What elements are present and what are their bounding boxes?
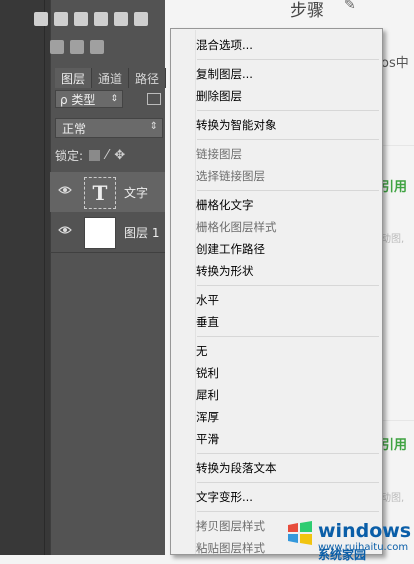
- menu-item-convert-paragraph-text[interactable]: 转换为段落文本: [196, 460, 277, 476]
- menu-separator: [197, 59, 379, 60]
- menu-separator: [197, 139, 379, 140]
- updown-arrow-icon: ⇕: [110, 94, 118, 104]
- menu-item-antialias-sharp[interactable]: 锐利: [196, 365, 219, 381]
- site-watermark: windows系统家园 www.ruihaitu.com: [286, 517, 414, 562]
- menu-item-create-work-path[interactable]: 创建工作路径: [196, 241, 265, 257]
- brush-icon[interactable]: ⁄: [106, 148, 108, 163]
- layer-filter-select[interactable]: ρ 类型 ⇕: [55, 90, 123, 108]
- tab-layers[interactable]: 图层: [55, 68, 93, 88]
- menu-item-duplicate-layer[interactable]: 复制图层...: [196, 66, 253, 82]
- half-square-icon[interactable]: [74, 12, 88, 26]
- workspace-edge: [0, 0, 50, 555]
- lock-row: 锁定: ⁄ ✥: [55, 146, 125, 164]
- menu-separator: [197, 482, 379, 483]
- gif-note: 动图,: [381, 493, 405, 504]
- table-grid-icon[interactable]: [134, 12, 148, 26]
- panel-toolbar-second: [50, 38, 104, 56]
- menu-separator: [197, 511, 379, 512]
- menu-separator: [197, 190, 379, 191]
- menu-item-blending-options[interactable]: 混合选项...: [196, 37, 253, 53]
- panel-toolbar-top: [34, 10, 148, 28]
- swatch-grid-icon[interactable]: [34, 12, 48, 26]
- layer-filter-row: ρ 类型 ⇕: [55, 90, 165, 110]
- lock-label: 锁定:: [55, 148, 84, 163]
- menu-item-rasterize-type[interactable]: 栅格化文字: [196, 197, 254, 213]
- menu-item-antialias-none[interactable]: 无: [196, 343, 208, 359]
- menu-item-convert-smart-object[interactable]: 转换为智能对象: [196, 117, 277, 133]
- menu-item-antialias-strong[interactable]: 浑厚: [196, 409, 219, 425]
- balance-icon[interactable]: [54, 12, 68, 26]
- camera-icon[interactable]: [94, 12, 108, 26]
- layer-thumbnail: [84, 217, 116, 249]
- divider: [50, 0, 51, 555]
- article-text-fragment: os中: [381, 56, 409, 71]
- quote-link[interactable]: 引用: [381, 434, 407, 453]
- edit-pencil-icon[interactable]: ✎: [344, 0, 356, 13]
- menu-item-antialias-crisp[interactable]: 犀利: [196, 387, 219, 403]
- blend-mode-select[interactable]: 正常 ⇕: [55, 118, 163, 138]
- page-title-fragment: 步骤: [290, 1, 324, 21]
- menu-item-warp-text[interactable]: 文字变形...: [196, 489, 253, 505]
- menu-item-paste-layer-style: 粘贴图层样式: [196, 541, 265, 555]
- gradient-map-icon[interactable]: [50, 40, 64, 54]
- gradient-icon[interactable]: [70, 40, 84, 54]
- threshold-icon[interactable]: [90, 40, 104, 54]
- menu-separator: [197, 110, 379, 111]
- quote-link[interactable]: 引用: [381, 176, 407, 195]
- chevron-down-icon: ⇕: [149, 121, 158, 132]
- menu-item-link-layers: 链接图层: [196, 147, 242, 161]
- menu-separator: [197, 285, 379, 286]
- move-icon[interactable]: ✥: [114, 148, 125, 163]
- brand-text: windows: [318, 520, 412, 542]
- menu-item-horizontal[interactable]: 水平: [196, 292, 219, 308]
- menu-separator: [197, 453, 379, 454]
- menu-item-rasterize-layer-style: 栅格化图层样式: [196, 220, 277, 234]
- menu-item-vertical[interactable]: 垂直: [196, 314, 219, 330]
- menu-item-copy-layer-style: 拷贝图层样式: [196, 519, 265, 533]
- menu-item-select-linked-layers: 选择链接图层: [196, 169, 265, 183]
- visibility-eye-icon[interactable]: [58, 225, 72, 235]
- gif-note: 动图,: [381, 234, 405, 245]
- windows-logo-icon: [288, 521, 312, 545]
- visibility-eye-icon[interactable]: [58, 185, 72, 195]
- layer-name: 文字: [124, 186, 149, 200]
- watermark-url: www.ruihaitu.com: [318, 542, 409, 553]
- filter-kind-label: ρ 类型: [60, 92, 96, 107]
- color-circles-icon[interactable]: [114, 12, 128, 26]
- layer-row-image[interactable]: 图层 1: [50, 212, 165, 252]
- layer-name: 图层 1: [124, 226, 160, 240]
- tab-channels[interactable]: 通道: [92, 68, 130, 88]
- tab-paths[interactable]: 路径: [129, 68, 167, 88]
- layer-row-text[interactable]: T 文字: [50, 172, 165, 212]
- menu-item-convert-to-shape[interactable]: 转换为形状: [196, 263, 254, 279]
- divider: [50, 252, 165, 253]
- lock-transparency-icon[interactable]: [89, 149, 101, 161]
- menu-item-delete-layer[interactable]: 删除图层: [196, 88, 242, 104]
- layers-panel-tabs: 图层 通道 路径: [55, 68, 167, 88]
- text-layer-thumbnail: T: [84, 177, 116, 209]
- divider: [44, 0, 45, 555]
- menu-item-antialias-smooth[interactable]: 平滑: [196, 431, 219, 447]
- blend-mode-label: 正常: [62, 121, 87, 136]
- layer-context-menu: 混合选项... 复制图层... 删除图层 转换为智能对象 链接图层 选择链接图层…: [170, 28, 383, 555]
- image-filter-icon[interactable]: [147, 93, 161, 105]
- menu-separator: [197, 336, 379, 337]
